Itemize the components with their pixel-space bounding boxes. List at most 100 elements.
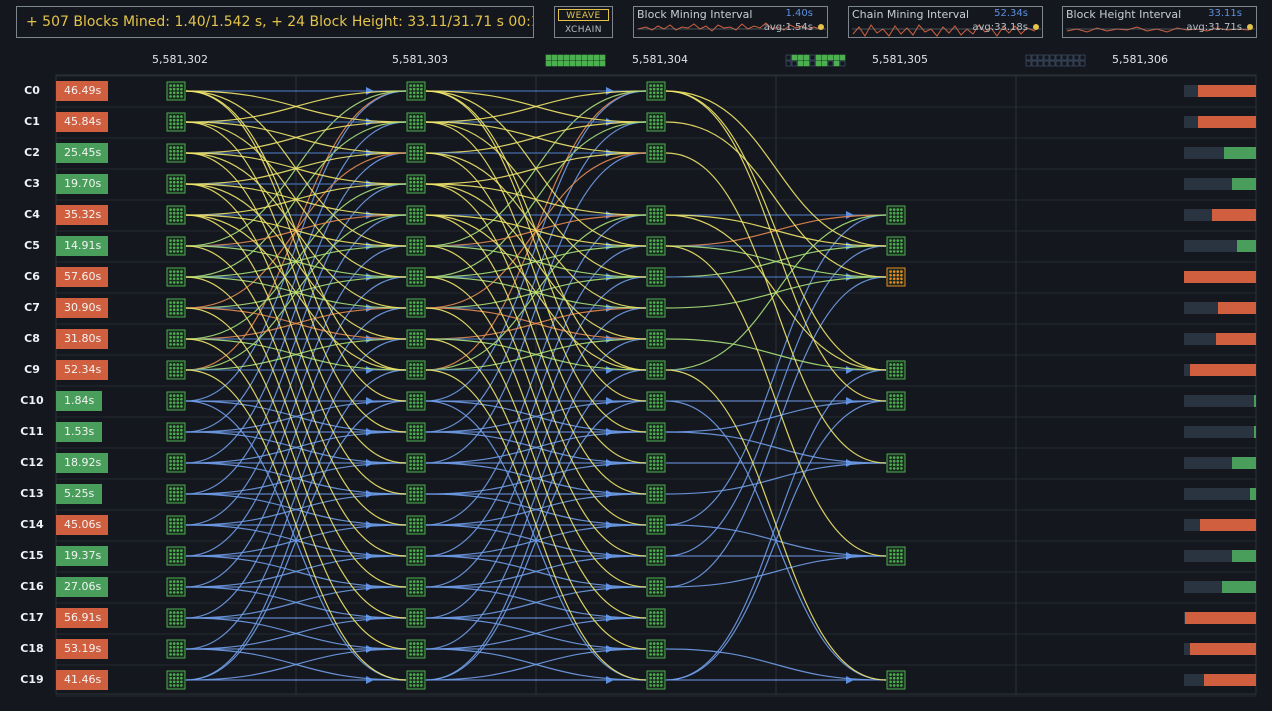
block-grid-icon[interactable] [406,515,426,535]
block-grid-icon[interactable] [406,360,426,380]
block-grid-icon[interactable] [166,329,186,349]
chain-time-badge: 52.34s [56,360,108,380]
arrow-right-icon [606,87,614,95]
block-grid-icon[interactable] [886,546,906,566]
chain-label: C7 [24,301,40,314]
pending-block-icon [1079,54,1086,61]
block-grid-icon[interactable] [406,577,426,597]
pending-block-icon [827,60,834,67]
arrow-right-icon [366,676,374,684]
block-grid-icon[interactable] [166,484,186,504]
block-grid-icon[interactable] [646,329,666,349]
block-grid-icon[interactable] [166,608,186,628]
block-grid-icon[interactable] [886,670,906,690]
block-grid-icon[interactable] [406,546,426,566]
chain-label: C19 [20,673,44,686]
arrow-right-icon [366,614,374,622]
block-grid-icon[interactable] [646,546,666,566]
block-grid-icon[interactable] [166,515,186,535]
pending-block-icon [557,60,564,67]
arrow-right-icon [606,304,614,312]
block-grid-icon[interactable] [406,205,426,225]
block-grid-icon[interactable] [406,267,426,287]
arrow-right-icon [606,552,614,560]
block-grid-icon[interactable] [646,453,666,473]
chain-time-badge: 30.90s [56,298,108,318]
chain-time-badge: 46.49s [56,81,108,101]
arrow-right-icon [606,428,614,436]
block-grid-icon[interactable] [646,639,666,659]
block-grid-icon[interactable] [886,236,906,256]
block-grid-icon[interactable] [406,484,426,504]
block-grid-icon[interactable] [646,391,666,411]
block-grid-icon[interactable] [646,484,666,504]
block-grid-icon[interactable] [646,670,666,690]
block-grid-icon[interactable] [406,298,426,318]
block-grid-icon[interactable] [406,81,426,101]
block-grid-icon[interactable] [406,670,426,690]
chain-progress-bar [1184,426,1256,438]
arrow-right-icon [366,490,374,498]
block-grid-icon[interactable] [166,236,186,256]
pending-block-icon [569,54,576,61]
block-grid-icon[interactable] [166,391,186,411]
block-grid-icon[interactable] [166,453,186,473]
pending-block-icon [1067,54,1074,61]
block-grid-icon[interactable] [166,639,186,659]
block-grid-icon[interactable] [166,360,186,380]
block-grid-icon[interactable] [406,174,426,194]
block-grid-icon[interactable] [886,360,906,380]
block-grid-icon[interactable] [646,422,666,442]
block-grid-icon[interactable] [166,112,186,132]
block-grid-icon[interactable] [166,298,186,318]
block-grid-icon[interactable] [166,174,186,194]
chain-time-badge: 45.84s [56,112,108,132]
block-grid-icon[interactable] [886,205,906,225]
block-grid-icon[interactable] [886,453,906,473]
block-grid-icon[interactable] [646,81,666,101]
block-grid-icon[interactable] [646,608,666,628]
block-grid-icon[interactable] [646,143,666,163]
block-grid-icon[interactable] [406,453,426,473]
arrow-right-icon [606,614,614,622]
pending-block-icon[interactable] [886,267,906,287]
pending-block-icon [545,54,552,61]
block-grid-icon[interactable] [646,515,666,535]
chain-progress-bar [1184,333,1256,345]
block-grid-icon[interactable] [406,112,426,132]
pending-block-icon [1067,60,1074,67]
pending-block-icon [581,54,588,61]
block-grid-icon[interactable] [646,298,666,318]
block-grid-icon[interactable] [166,670,186,690]
block-grid-icon[interactable] [646,267,666,287]
block-grid-icon[interactable] [166,546,186,566]
chain-label: C17 [20,611,44,624]
block-grid-icon[interactable] [166,81,186,101]
block-grid-icon[interactable] [406,608,426,628]
block-grid-icon[interactable] [406,143,426,163]
block-grid-icon[interactable] [166,205,186,225]
chain-label: C5 [24,239,40,252]
block-grid-icon[interactable] [406,329,426,349]
chain-progress-fill [1204,674,1256,686]
block-grid-icon[interactable] [406,639,426,659]
block-grid-icon[interactable] [646,205,666,225]
chain-label: C18 [20,642,44,655]
block-grid-icon[interactable] [646,360,666,380]
block-grid-icon[interactable] [166,577,186,597]
block-grid-icon[interactable] [886,391,906,411]
block-grid-icon[interactable] [166,267,186,287]
block-grid-icon[interactable] [406,391,426,411]
block-grid-icon[interactable] [406,236,426,256]
block-grid-icon[interactable] [646,112,666,132]
chain-progress-bar [1184,643,1256,655]
block-grid-icon[interactable] [166,143,186,163]
block-grid-icon[interactable] [166,422,186,442]
graph-frame [55,74,1257,695]
block-grid-icon[interactable] [646,236,666,256]
arrow-right-icon [606,521,614,529]
arrow-right-icon [366,552,374,560]
block-grid-icon[interactable] [646,577,666,597]
chain-progress-fill [1254,426,1256,438]
block-grid-icon[interactable] [406,422,426,442]
